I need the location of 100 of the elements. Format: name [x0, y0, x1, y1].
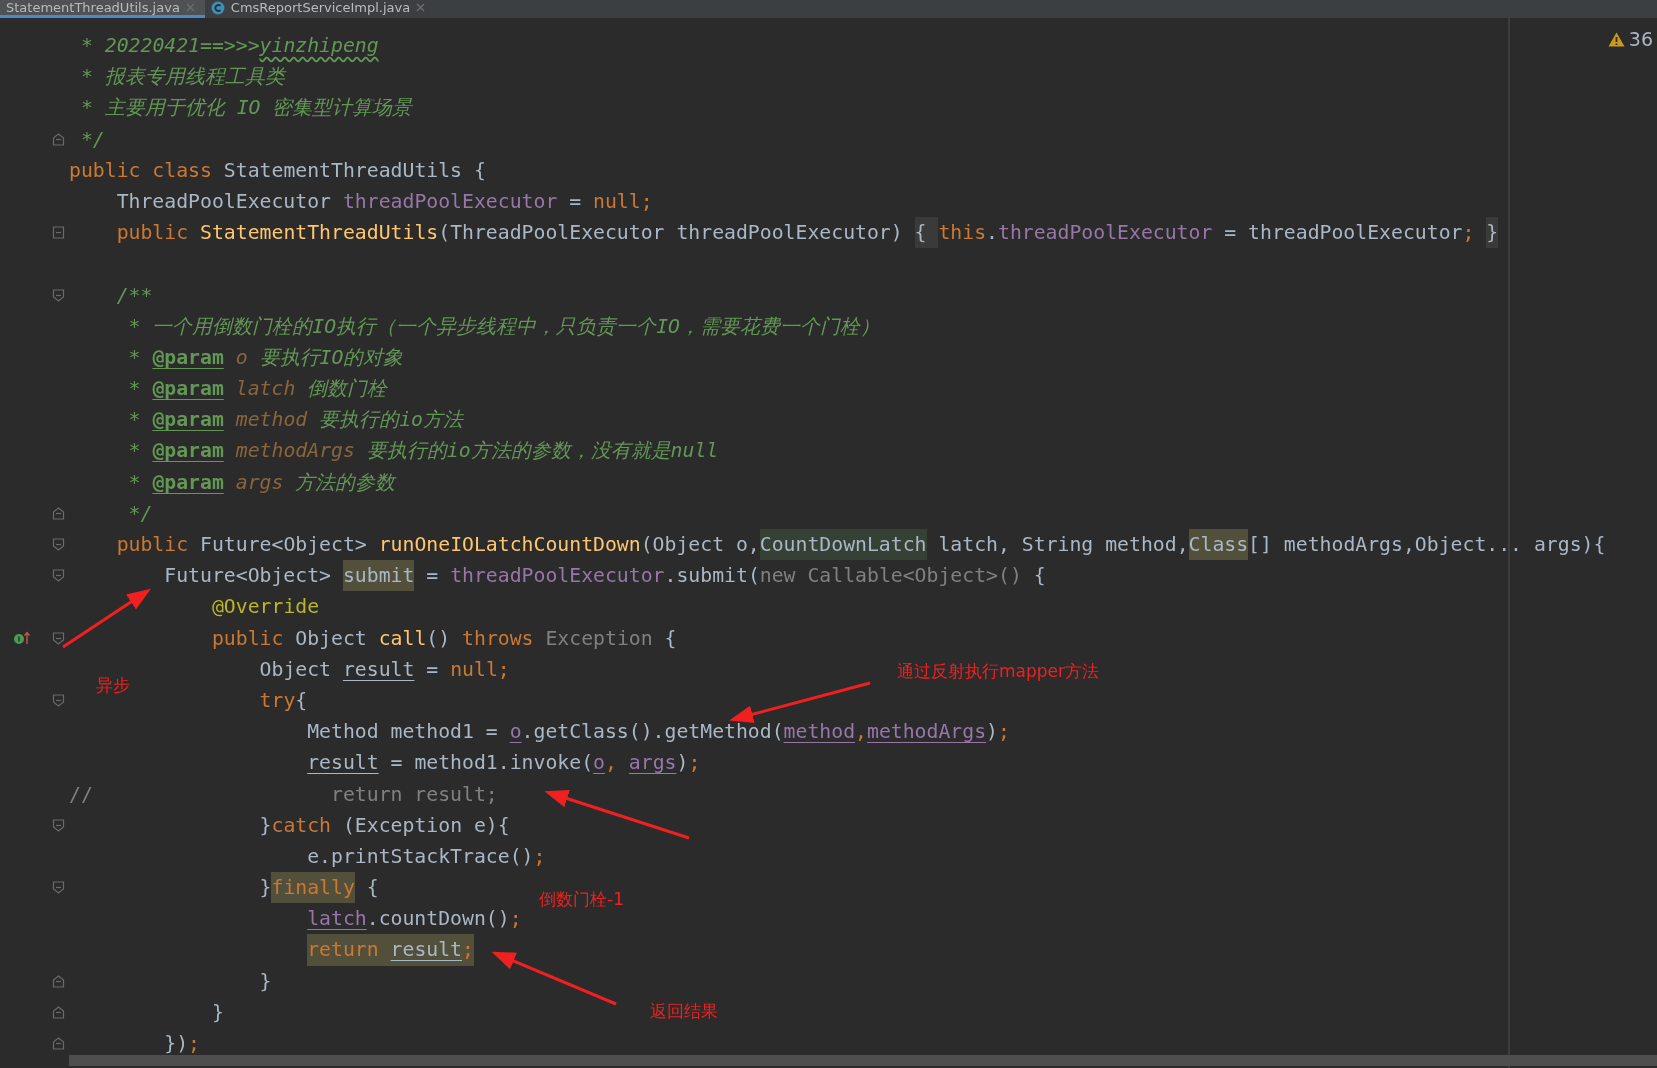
- code-comment: latch: [235, 376, 296, 403]
- code-token: latch,: [938, 532, 1010, 558]
- code-token: ,: [855, 719, 867, 746]
- code-token: e.printStackTrace(): [307, 843, 534, 870]
- code-token: ;: [1462, 220, 1475, 247]
- close-icon[interactable]: [416, 3, 426, 12]
- code-token: o: [593, 750, 605, 777]
- fold-icon[interactable]: [52, 1005, 65, 1019]
- code-comment: /**: [116, 282, 153, 309]
- code-token: }: [259, 875, 272, 902]
- fold-icon[interactable]: [52, 974, 65, 988]
- code-token: {: [1033, 563, 1046, 590]
- close-icon[interactable]: [185, 3, 195, 12]
- code-token: .getClass().getMethod(: [521, 719, 784, 746]
- fold-icon[interactable]: [52, 569, 65, 583]
- code-token: }: [211, 999, 224, 1026]
- code-token: method: [783, 719, 856, 746]
- code-comment: */: [128, 500, 153, 527]
- fold-icon[interactable]: [52, 288, 65, 302]
- code-token: Future<Object>: [164, 563, 332, 590]
- code-token: ;: [533, 843, 546, 870]
- code-token: ): [986, 719, 998, 746]
- code-token: {: [295, 687, 308, 714]
- code-token: .countDown(): [366, 906, 510, 933]
- code-comment: // return result;: [69, 781, 498, 808]
- code-token: threadPoolExecutor: [450, 563, 665, 590]
- code-token: result: [390, 934, 463, 966]
- code-token: Method method1 =: [307, 719, 499, 746]
- code-comment: *: [128, 407, 142, 434]
- code-token: o: [509, 719, 522, 746]
- code-token: ): [676, 750, 689, 777]
- code-token: {: [664, 625, 677, 652]
- code-comment: 要执行的io方法: [319, 407, 463, 434]
- code-token: [] methodArgs,: [1248, 532, 1415, 558]
- code-token: Future<Object>: [200, 532, 368, 558]
- code-token: ThreadPoolExecutor: [116, 188, 332, 215]
- fold-icon[interactable]: [52, 1037, 65, 1051]
- code-token: .submit(: [664, 563, 760, 590]
- code-token: throws: [462, 625, 534, 652]
- code-token: methodArgs: [867, 719, 987, 746]
- code-token: @Override: [211, 594, 320, 621]
- code-comment: * 20220421==>>>: [80, 33, 260, 59]
- code-token: Object: [259, 656, 333, 683]
- code-token: (Exception e){: [342, 812, 510, 839]
- code-token: public: [211, 625, 284, 652]
- code-token: =: [426, 656, 440, 683]
- code-token: ;: [688, 750, 701, 777]
- code-token: (ThreadPoolExecutor threadPoolExecutor): [438, 220, 904, 247]
- code-token: null;: [593, 188, 653, 215]
- code-token: new Callable<Object>(): [759, 563, 1022, 590]
- code-comment: */: [80, 126, 105, 153]
- code-comment: o: [235, 344, 248, 371]
- fold-icon[interactable]: [52, 631, 65, 645]
- code-token: call: [378, 625, 427, 652]
- code-comment: @param: [152, 469, 224, 496]
- fold-icon[interactable]: [52, 226, 65, 240]
- horizontal-scrollbar[interactable]: [69, 1055, 1657, 1066]
- code-token: ;: [188, 1031, 201, 1057]
- code-token: threadPoolExecutor: [998, 220, 1213, 247]
- code-token: String method,: [1021, 532, 1189, 558]
- fold-icon[interactable]: [52, 818, 65, 832]
- editor-tab[interactable]: StatementThreadUtils.java: [0, 0, 205, 18]
- code-comment: 要执行IO的对象: [259, 344, 404, 371]
- annotation-text: 异步: [96, 674, 130, 697]
- warning-count: 36: [1628, 28, 1653, 50]
- code-token: }: [1486, 217, 1499, 249]
- code-token: this: [938, 220, 987, 247]
- code-token: ,: [604, 750, 617, 777]
- fold-icon[interactable]: [52, 538, 65, 552]
- override-icon[interactable]: [13, 631, 31, 646]
- code-token: public: [116, 220, 189, 247]
- warning-icon[interactable]: [1607, 31, 1625, 47]
- editor-tab[interactable]: CmsReportServiceImpl.java: [204, 0, 436, 18]
- code-comment: @param: [152, 376, 224, 403]
- code-comment: 方法的参数: [295, 469, 396, 496]
- code-token: Object... args){: [1414, 532, 1606, 558]
- code-token: .: [986, 220, 998, 247]
- code-token: {: [366, 875, 379, 902]
- code-token: Exception: [545, 625, 653, 652]
- code-comment: *: [128, 344, 142, 371]
- code-token: =: [426, 563, 440, 590]
- code-token: ;: [509, 906, 522, 933]
- code-token: ;: [462, 934, 474, 966]
- code-token: = method1.invoke(: [390, 750, 594, 777]
- code-comment: method: [235, 407, 308, 434]
- fold-icon[interactable]: [52, 694, 65, 708]
- fold-icon[interactable]: [52, 132, 65, 146]
- code-token: Class: [1188, 529, 1249, 561]
- code-comment: *: [128, 376, 142, 403]
- fold-icon[interactable]: [52, 506, 65, 520]
- code-token: ;: [998, 719, 1010, 746]
- code-token: result: [342, 656, 415, 683]
- code-comment: *: [128, 469, 142, 496]
- code-token: CountDownLatch: [759, 529, 927, 561]
- fold-icon[interactable]: [52, 881, 65, 895]
- code-comment: methodArgs: [235, 438, 355, 465]
- code-token: result: [307, 750, 379, 777]
- code-token: args: [628, 750, 677, 777]
- code-comment: @param: [152, 438, 224, 465]
- code-token: {: [914, 217, 939, 249]
